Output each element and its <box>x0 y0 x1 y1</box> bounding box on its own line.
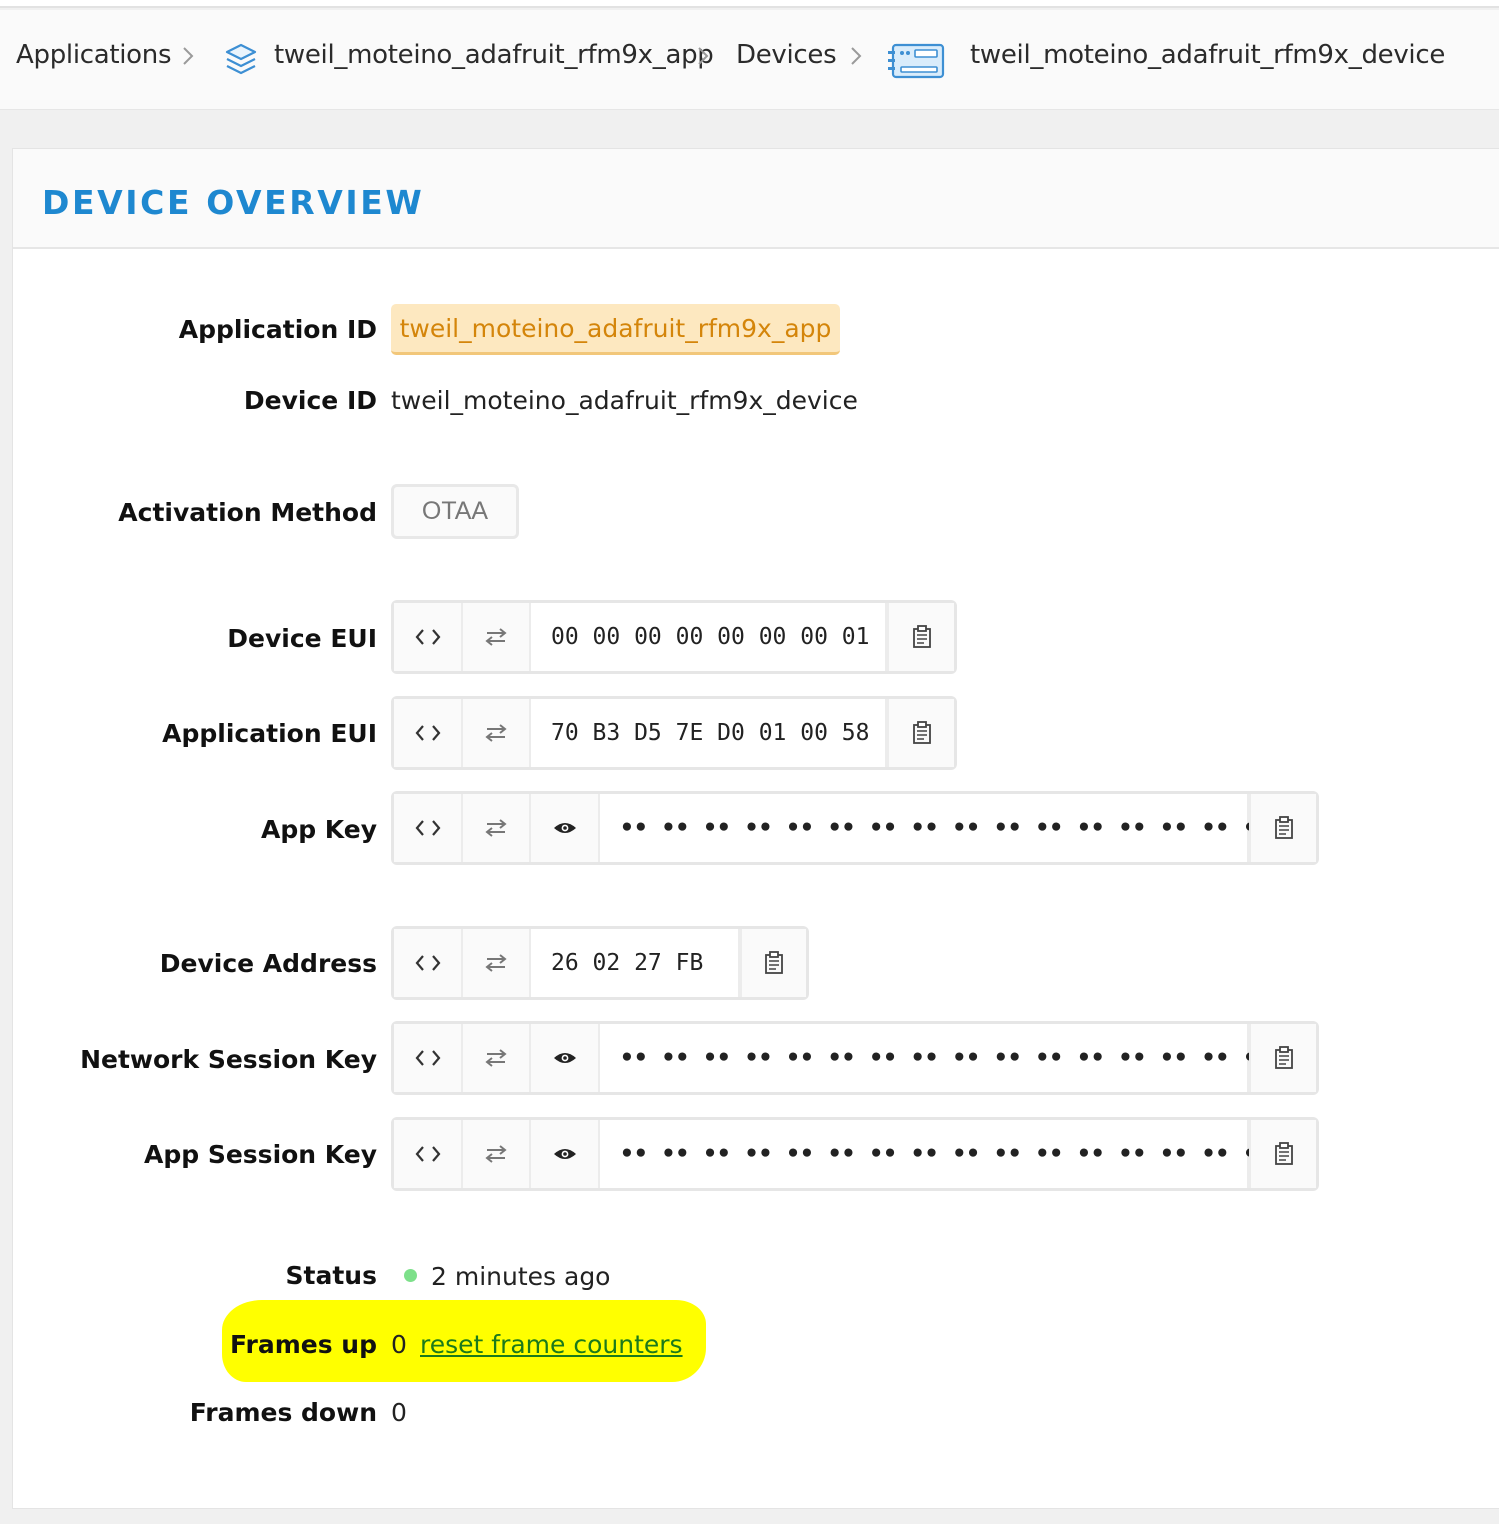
panel-header: DEVICE OVERVIEW <box>13 149 1499 249</box>
application-eui-field: 70 B3 D5 7E D0 01 00 58 <box>391 696 957 770</box>
copy-button[interactable] <box>1249 1024 1316 1092</box>
breadcrumb-applications[interactable]: Applications <box>16 40 172 70</box>
device-id-value: tweil_moteino_adafruit_rfm9x_device <box>391 386 858 415</box>
app-key-field: •• •• •• •• •• •• •• •• •• •• •• •• •• •… <box>391 791 1319 865</box>
device-address-label: Device Address <box>159 949 377 978</box>
status-indicator <box>404 1269 417 1282</box>
clipboard-icon <box>1274 1046 1293 1069</box>
code-toggle-button[interactable] <box>394 1024 463 1092</box>
swap-icon <box>485 1145 507 1163</box>
swap-icon <box>485 954 507 972</box>
code-icon <box>415 629 440 645</box>
device-id-label: Device ID <box>243 386 377 415</box>
layers-icon <box>225 43 257 75</box>
clipboard-icon <box>1274 816 1293 839</box>
app-session-key-value[interactable]: •• •• •• •• •• •• •• •• •• •• •• •• •• •… <box>600 1120 1271 1188</box>
top-border <box>0 0 1499 8</box>
page-title: DEVICE OVERVIEW <box>42 183 425 222</box>
copy-button[interactable] <box>887 603 954 671</box>
clipboard-icon <box>1274 1142 1293 1165</box>
byte-order-button[interactable] <box>463 1024 531 1092</box>
device-eui-value[interactable]: 00 00 00 00 00 00 00 01 <box>531 603 887 671</box>
code-toggle-button[interactable] <box>394 1120 463 1188</box>
application-id-badge[interactable]: tweil_moteino_adafruit_rfm9x_app <box>391 304 840 355</box>
clipboard-icon <box>765 951 783 974</box>
status-label: Status <box>285 1261 377 1290</box>
application-eui-label: Application EUI <box>162 719 377 748</box>
application-id-label: Application ID <box>178 315 377 344</box>
device-eui-field: 00 00 00 00 00 00 00 01 <box>391 600 957 674</box>
device-eui-label: Device EUI <box>227 624 377 653</box>
breadcrumb-devices[interactable]: Devices <box>736 40 837 70</box>
network-session-key-label: Network Session Key <box>80 1045 377 1074</box>
device-icon <box>888 43 945 79</box>
breadcrumb-app[interactable]: tweil_moteino_adafruit_rfm9x_app <box>274 40 714 70</box>
code-toggle-button[interactable] <box>394 699 463 767</box>
app-session-key-label: App Session Key <box>144 1140 377 1169</box>
clipboard-icon <box>912 721 931 744</box>
copy-button[interactable] <box>1249 1120 1316 1188</box>
frames-down-label: Frames down <box>189 1398 377 1427</box>
eye-icon <box>553 823 576 833</box>
chevron-right-icon <box>183 47 194 65</box>
chevron-right-icon <box>698 47 709 65</box>
network-session-key-value[interactable]: •• •• •• •• •• •• •• •• •• •• •• •• •• •… <box>600 1024 1271 1092</box>
eye-icon <box>553 1149 576 1159</box>
copy-button[interactable] <box>1249 794 1316 862</box>
byte-order-button[interactable] <box>463 929 531 997</box>
activation-method-badge: OTAA <box>391 484 519 539</box>
show-key-button[interactable] <box>531 794 600 862</box>
eye-icon <box>553 1053 576 1063</box>
app-session-key-field: •• •• •• •• •• •• •• •• •• •• •• •• •• •… <box>391 1117 1319 1191</box>
breadcrumb: Applications tweil_moteino_adafruit_rfm9… <box>0 10 1499 110</box>
code-icon <box>415 725 440 741</box>
swap-icon <box>485 819 507 837</box>
app-key-value[interactable]: •• •• •• •• •• •• •• •• •• •• •• •• •• •… <box>600 794 1271 862</box>
app-key-label: App Key <box>260 815 377 844</box>
swap-icon <box>485 1049 507 1067</box>
network-session-key-field: •• •• •• •• •• •• •• •• •• •• •• •• •• •… <box>391 1021 1319 1095</box>
show-key-button[interactable] <box>531 1024 600 1092</box>
show-key-button[interactable] <box>531 1120 600 1188</box>
frames-up-value: 0 <box>391 1330 407 1359</box>
device-address-value[interactable]: 26 02 27 FB <box>531 929 740 997</box>
swap-icon <box>485 724 507 742</box>
frames-up-label: Frames up <box>230 1330 377 1359</box>
copy-button[interactable] <box>740 929 806 997</box>
swap-icon <box>485 628 507 646</box>
code-icon <box>415 1050 440 1066</box>
code-icon <box>415 1146 440 1162</box>
byte-order-button[interactable] <box>463 699 531 767</box>
code-icon <box>415 820 440 836</box>
device-address-field: 26 02 27 FB <box>391 926 809 1000</box>
code-toggle-button[interactable] <box>394 603 463 671</box>
code-toggle-button[interactable] <box>394 929 463 997</box>
chevron-right-icon <box>851 47 862 65</box>
byte-order-button[interactable] <box>463 603 531 671</box>
reset-frame-counters-link[interactable]: reset frame counters <box>420 1330 683 1359</box>
code-icon <box>415 955 440 971</box>
application-eui-value[interactable]: 70 B3 D5 7E D0 01 00 58 <box>531 699 887 767</box>
copy-button[interactable] <box>887 699 954 767</box>
byte-order-button[interactable] <box>463 1120 531 1188</box>
clipboard-icon <box>912 625 931 648</box>
byte-order-button[interactable] <box>463 794 531 862</box>
breadcrumb-device: tweil_moteino_adafruit_rfm9x_device <box>970 40 1446 70</box>
activation-method-label: Activation Method <box>118 498 377 527</box>
frames-down-value: 0 <box>391 1398 407 1427</box>
status-value: 2 minutes ago <box>431 1262 611 1291</box>
code-toggle-button[interactable] <box>394 794 463 862</box>
